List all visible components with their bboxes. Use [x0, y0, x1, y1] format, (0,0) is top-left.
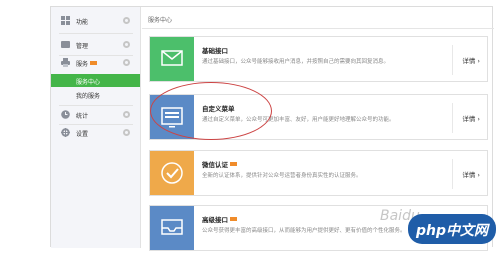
printer-icon	[61, 58, 70, 67]
new-badge	[90, 61, 98, 65]
sidebar-item-statistics[interactable]: 统计	[51, 105, 140, 125]
divider	[59, 33, 133, 34]
details-link[interactable]: 详情 ›	[462, 113, 480, 123]
settings-gear-icon[interactable]	[123, 59, 130, 66]
divider	[452, 103, 453, 133]
mail-icon	[161, 50, 183, 66]
new-badge	[230, 217, 237, 221]
sidebar-item-services[interactable]: 服务	[51, 53, 140, 73]
settings-gear-icon[interactable]	[123, 111, 130, 118]
card-thumbnail	[150, 151, 194, 195]
sidebar-subitem-service-center[interactable]: 服务中心	[51, 74, 140, 87]
logo-text: php中文网	[416, 223, 489, 239]
breadcrumb: 服务中心	[142, 7, 494, 29]
settings-gear-icon[interactable]	[123, 129, 130, 136]
check-icon	[161, 162, 183, 184]
sidebar-item-functions[interactable]: 功能	[51, 11, 140, 31]
sidebar-item-label: 功能	[76, 19, 89, 26]
card-description: 全新的认证体系，提供针对公众号运营者身份真实性的认证服务。	[202, 173, 362, 179]
service-card-wechat-verification[interactable]: 微信认证 全新的认证体系，提供针对公众号运营者身份真实性的认证服务。 详情 ›	[149, 150, 488, 196]
chevron-right-icon: ›	[477, 171, 480, 179]
sidebar-item-label: 服务	[76, 59, 98, 68]
card-description: 公众号获得更丰富的高级接口，从而能够为用户提供更好、更有价值的个性化服务。	[202, 228, 406, 234]
app-window: 功能 管理 服务 服务中心 我的服务 统计 设置 服务中心 基础接口 通过基础接…	[50, 6, 494, 251]
card-thumbnail	[150, 37, 194, 81]
gear-icon	[61, 128, 70, 137]
sidebar-item-management[interactable]: 管理	[51, 35, 140, 55]
sidebar-subitem-label: 我的服务	[76, 93, 101, 100]
settings-gear-icon[interactable]	[123, 17, 130, 24]
details-link[interactable]: 详情 ›	[462, 169, 480, 179]
sidebar: 功能 管理 服务 服务中心 我的服务 统计 设置	[51, 7, 141, 248]
details-link[interactable]: 详情 ›	[462, 55, 480, 65]
clock-icon	[61, 110, 70, 119]
card-title: 高级接口	[202, 214, 237, 224]
card-title: 基础接口	[202, 47, 228, 55]
card-description: 通过基础接口，公众号能够接收用户消息，并按照自己的需要向其回复消息。	[202, 59, 390, 65]
card-thumbnail	[150, 206, 194, 250]
sidebar-item-label: 管理	[76, 43, 89, 50]
inbox-icon	[161, 219, 183, 235]
card-title: 微信认证	[202, 159, 237, 169]
divider	[452, 45, 453, 75]
sidebar-subitem-my-services[interactable]: 我的服务	[51, 88, 140, 101]
grid-icon	[61, 16, 70, 25]
chevron-right-icon: ›	[477, 115, 480, 123]
sidebar-item-label: 设置	[76, 131, 89, 138]
sidebar-subitem-label: 服务中心	[76, 79, 101, 86]
chevron-right-icon: ›	[477, 57, 480, 65]
settings-gear-icon[interactable]	[123, 41, 130, 48]
site-logo: php中文网	[408, 214, 496, 244]
sidebar-item-settings[interactable]: 设置	[51, 123, 140, 143]
sidebar-item-label: 统计	[76, 113, 89, 120]
divider	[452, 159, 453, 189]
new-badge	[230, 162, 237, 166]
annotation-circle	[150, 82, 272, 140]
service-card-basic-api[interactable]: 基础接口 通过基础接口，公众号能够接收用户消息，并按照自己的需要向其回复消息。 …	[149, 36, 488, 82]
folder-icon	[61, 41, 70, 48]
page-title: 服务中心	[148, 17, 173, 24]
